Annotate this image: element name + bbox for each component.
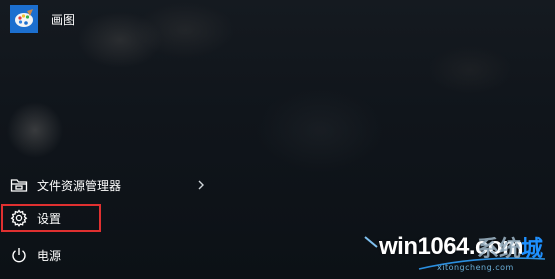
start-menu: 画图 文件资源管理器 设置 电源 win1064.com 系统城 xitongc… xyxy=(0,0,555,279)
power-icon xyxy=(9,245,29,265)
menu-item-settings[interactable]: 设置 xyxy=(0,204,105,232)
folder-icon xyxy=(9,175,29,195)
menu-item-power[interactable]: 电源 xyxy=(0,241,105,269)
paint-app-tile xyxy=(10,5,38,33)
app-item-paint[interactable]: 画图 xyxy=(10,5,75,33)
menu-label-settings: 设置 xyxy=(37,211,62,226)
menu-label-file-explorer: 文件资源管理器 xyxy=(37,178,122,193)
app-label-paint: 画图 xyxy=(51,12,76,27)
watermark-cn-text: 系统城 xyxy=(477,237,544,262)
chevron-right-icon[interactable] xyxy=(195,178,207,192)
site-watermark: win1064.com 系统城 xitongcheng.com xyxy=(359,225,549,275)
menu-item-file-explorer[interactable]: 文件资源管理器 xyxy=(0,171,215,199)
watermark-sub-text: xitongcheng.com xyxy=(437,263,514,272)
menu-label-power: 电源 xyxy=(37,248,62,263)
paint-palette-icon xyxy=(15,9,33,27)
gear-icon xyxy=(9,208,29,228)
